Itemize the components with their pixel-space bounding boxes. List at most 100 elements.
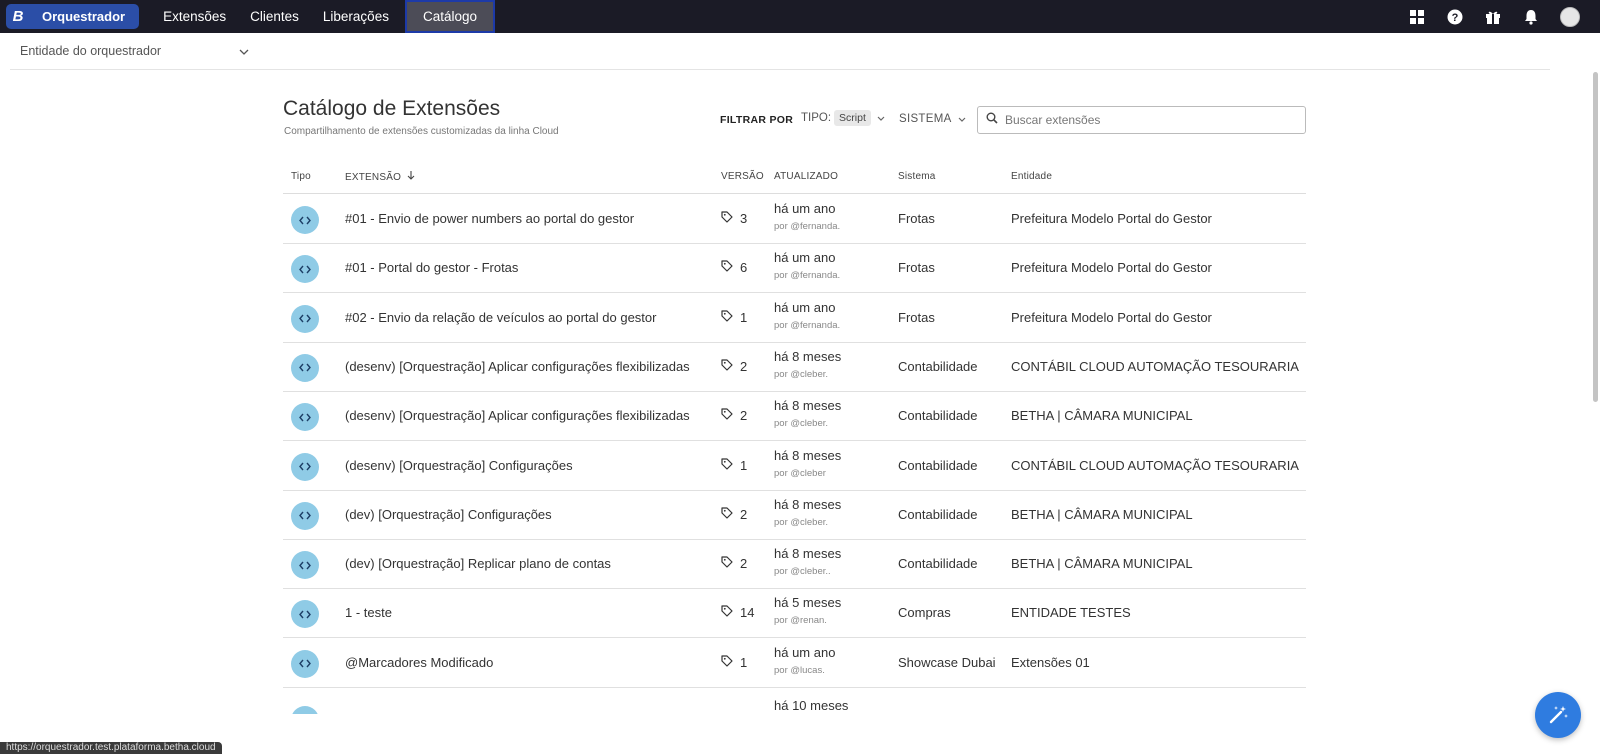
row-system: Contabilidade: [898, 506, 978, 522]
row-updated-by: por @fernanda.: [774, 319, 841, 331]
row-extension-name[interactable]: #02 - Envio da relação de veículos ao po…: [345, 310, 656, 325]
script-type-icon: [291, 501, 319, 530]
tag-icon: [721, 309, 740, 325]
row-entity: Prefeitura Modelo Portal do Gestor: [1011, 260, 1212, 276]
row-version: 1: [721, 655, 747, 670]
magic-wand-button[interactable]: [1535, 692, 1581, 738]
nav-catalogo[interactable]: Catálogo: [404, 0, 495, 33]
row-version-number: 2: [740, 358, 748, 374]
filter-sistema-dropdown[interactable]: SISTEMA: [899, 113, 966, 125]
filter-sistema-label: SISTEMA: [899, 113, 952, 125]
tag-icon: [721, 408, 740, 423]
filter-tipo-label: TIPO:: [801, 112, 832, 124]
row-entity: CONTÁBIL CLOUD AUTOMAÇÃO TESOURARIA: [1011, 358, 1299, 374]
avatar[interactable]: [1560, 6, 1580, 27]
row-version: 2: [721, 507, 747, 522]
top-nav: B Orquestrador Extensões Clientes Libera…: [0, 0, 1600, 33]
table-row[interactable]: @Marcadores Modificado 1 há um ano por @luc…: [283, 638, 1306, 688]
tag-icon: [721, 211, 740, 226]
row-version-number: 2: [740, 556, 748, 572]
nav-extensoes[interactable]: Extensões: [151, 0, 238, 33]
row-extension-name[interactable]: (desenv) [Orquestração] Configurações: [345, 458, 573, 473]
table-row[interactable]: (desenv) [Orquestração] Configurações 1 há…: [283, 441, 1306, 491]
page-scrollbar[interactable]: [1593, 72, 1598, 402]
filter-tipo-dropdown[interactable]: TIPO: Script: [801, 110, 885, 126]
script-type-icon: [291, 206, 319, 234]
row-updated: há 8 meses: [774, 447, 842, 463]
entity-selector-value: Entidade do orquestrador: [20, 44, 162, 58]
row-system: Showcase Dubai: [898, 654, 996, 670]
brand-logo: B: [6, 4, 30, 29]
row-updated-by: por @cleber.: [774, 368, 829, 380]
row-extension-name[interactable]: (dev) [Orquestração] Configurações: [345, 507, 552, 522]
row-extension-name[interactable]: #01 - Portal do gestor - Frotas: [345, 260, 518, 275]
tag-icon: [721, 507, 740, 522]
table-row[interactable]: #02 - Envio da relação de veículos ao po…: [283, 293, 1306, 343]
column-header-extensao-label: EXTENSÃO: [345, 171, 402, 183]
row-updated-by: por @cleber: [774, 467, 826, 479]
status-bar-url: https://orquestrador.test.plataforma.bet…: [0, 742, 222, 754]
filter-tipo-chip: Script: [834, 110, 871, 126]
row-updated: há um ano: [774, 644, 836, 660]
script-type-icon: [291, 403, 319, 432]
entity-selector[interactable]: Entidade do orquestrador: [10, 44, 249, 58]
row-system: Contabilidade: [898, 457, 978, 473]
row-entity: BETHA | CÂMARA MUNICIPAL: [1011, 506, 1193, 522]
table-row[interactable]: #01 - Portal do gestor - Frotas 6 há um an…: [283, 243, 1306, 294]
row-entity: CONTÁBIL CLOUD AUTOMAÇÃO TESOURARIA: [1011, 457, 1299, 473]
row-updated-by: por @cleber.: [774, 418, 829, 430]
row-updated-by: por @renan.: [774, 615, 827, 627]
table-row-partial[interactable]: há 10 meses: [283, 698, 1306, 714]
row-entity: BETHA | CÂMARA MUNICIPAL: [1011, 408, 1193, 424]
magic-wand-icon: [1549, 706, 1568, 724]
row-version: 6: [721, 260, 747, 275]
row-updated: há um ano: [774, 299, 836, 315]
row-updated: há 5 meses: [774, 595, 842, 611]
app-name[interactable]: Orquestrador: [30, 4, 140, 29]
row-version: 14: [721, 605, 754, 620]
nav-liberacoes[interactable]: Liberações: [311, 0, 401, 33]
row-extension-name[interactable]: (dev) [Orquestração] Replicar plano de c…: [345, 556, 611, 571]
row-system: Frotas: [898, 309, 935, 325]
column-header-entidade: Entidade: [1011, 171, 1053, 182]
script-type-icon: [291, 600, 319, 629]
row-version: 1: [721, 458, 747, 473]
apps-grid-icon[interactable]: [1408, 8, 1426, 26]
row-extension-name[interactable]: (desenv) [Orquestração] Aplicar configur…: [345, 359, 690, 374]
script-type-icon: [291, 551, 319, 580]
chevron-down-icon: [877, 112, 885, 124]
table-row[interactable]: #01 - Envio de power numbers ao portal d…: [283, 194, 1306, 244]
gift-icon[interactable]: [1484, 8, 1502, 26]
app-brand[interactable]: B Orquestrador: [6, 4, 140, 29]
top-icons: ?: [1408, 6, 1600, 27]
table-row[interactable]: 1 - teste 14 há 5 meses por @renan. Compras E…: [283, 588, 1306, 639]
table-row[interactable]: (desenv) [Orquestração] Aplicar configur…: [283, 391, 1306, 442]
row-version: 2: [721, 408, 747, 423]
row-extension-name[interactable]: @Marcadores Modificado: [345, 655, 493, 670]
svg-text:?: ?: [1452, 12, 1459, 24]
row-extension-name[interactable]: 1 - teste: [345, 605, 392, 620]
row-version: 1: [721, 310, 747, 325]
page-subtitle: Compartilhamento de extensões customizad…: [284, 126, 559, 137]
table-row[interactable]: (desenv) [Orquestração] Aplicar configur…: [283, 342, 1306, 392]
row-extension-name[interactable]: (desenv) [Orquestração] Aplicar configur…: [345, 408, 690, 423]
bell-icon[interactable]: [1522, 8, 1540, 26]
row-version: 2: [721, 359, 747, 374]
help-icon[interactable]: ?: [1446, 8, 1464, 26]
chevron-down-icon: [239, 44, 249, 58]
table-row[interactable]: (dev) [Orquestração] Configurações 2 há 8 …: [283, 490, 1306, 540]
script-type-icon: [291, 452, 319, 481]
column-header-extensao[interactable]: EXTENSÃO: [345, 171, 415, 183]
row-version-number: 2: [740, 506, 748, 522]
row-version-number: 3: [740, 211, 748, 226]
row-updated: há um ano: [774, 250, 836, 266]
script-type-icon: [291, 649, 319, 678]
row-entity: Prefeitura Modelo Portal do Gestor: [1011, 309, 1212, 325]
row-extension-name[interactable]: #01 - Envio de power numbers ao portal d…: [345, 211, 634, 226]
row-updated: há 10 meses: [774, 698, 849, 713]
table-row[interactable]: (dev) [Orquestração] Replicar plano de c…: [283, 539, 1306, 590]
nav-clientes[interactable]: Clientes: [238, 0, 311, 33]
sort-arrow-down-icon: [407, 171, 415, 183]
search-box[interactable]: [977, 106, 1306, 134]
search-input[interactable]: [1005, 113, 1285, 127]
